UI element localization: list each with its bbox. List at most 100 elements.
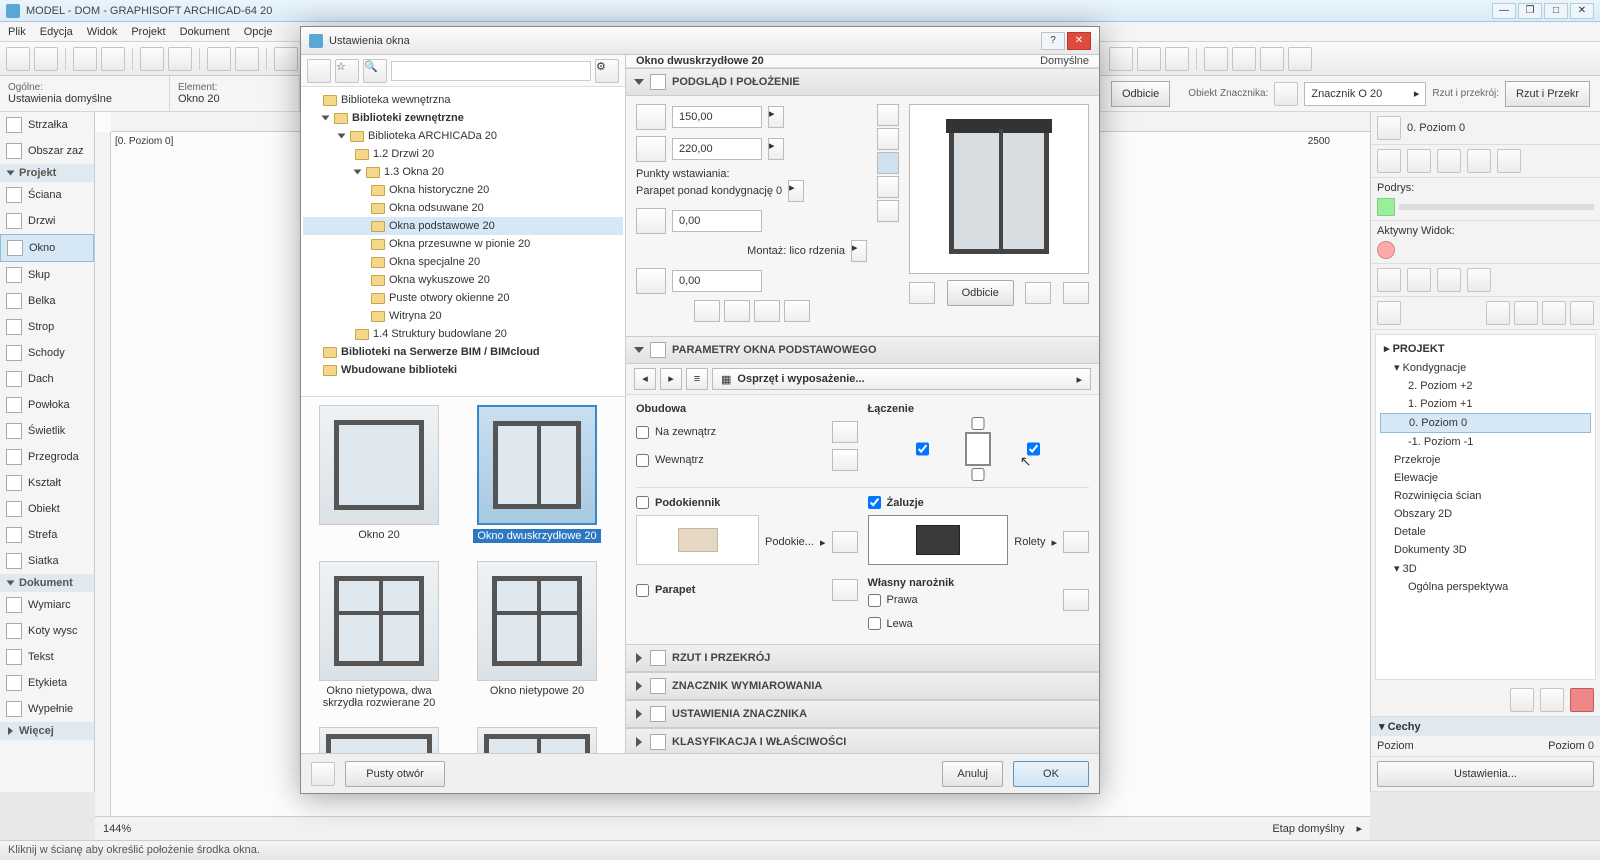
lib-c7[interactable]: Witryna 20: [303, 307, 623, 325]
lib-node-okna[interactable]: 1.3 Okna 20: [303, 163, 623, 181]
tool-obiekt[interactable]: Obiekt: [0, 496, 94, 522]
tb-cursor-icon[interactable]: [274, 47, 298, 71]
tb-select-icon[interactable]: [140, 47, 164, 71]
nav-t1-icon[interactable]: [1377, 268, 1401, 292]
tool-sciana[interactable]: Ściana: [0, 182, 94, 208]
ts-snap4-icon[interactable]: [1288, 47, 1312, 71]
naroznik-opt-icon[interactable]: [1063, 589, 1089, 611]
tool-wypelnie[interactable]: Wypełnie: [0, 696, 94, 722]
lib-node-bim[interactable]: Biblioteki na Serwerze BIM / BIMcloud: [303, 343, 623, 361]
window-maximize-button[interactable]: □: [1544, 3, 1568, 19]
tree-rozw[interactable]: Rozwinięcia ścian: [1380, 487, 1591, 505]
tree-pm1[interactable]: -1. Poziom -1: [1380, 433, 1591, 451]
lib-c4[interactable]: Okna specjalne 20: [303, 253, 623, 271]
widok-rec-icon[interactable]: [1377, 241, 1395, 259]
anchor3-icon[interactable]: [754, 300, 780, 322]
width-link-icon[interactable]: ▸: [768, 106, 784, 128]
rolety-dd[interactable]: Rolety: [1014, 536, 1045, 548]
ts-arc-icon[interactable]: [1137, 47, 1161, 71]
menu-projekt[interactable]: Projekt: [131, 26, 165, 38]
nazew-opt-icon[interactable]: [832, 421, 858, 443]
footer-fav-icon[interactable]: [311, 762, 335, 786]
tree-przekroje[interactable]: Przekroje: [1380, 451, 1591, 469]
thumb-extra1[interactable]: [309, 727, 449, 753]
tool-marquee[interactable]: Obszar zaz: [0, 138, 94, 164]
nav-l2-icon[interactable]: [1514, 301, 1538, 325]
preview-3d[interactable]: [909, 104, 1089, 274]
podokie-dd[interactable]: Podokie...: [765, 536, 814, 548]
section-klas[interactable]: KLASYFIKACJA I WŁAŚCIWOŚCI: [626, 728, 1099, 753]
tool-belka[interactable]: Belka: [0, 288, 94, 314]
lib-c6[interactable]: Puste otwory okienne 20: [303, 289, 623, 307]
width-icon[interactable]: [636, 104, 666, 130]
nav-ico5-icon[interactable]: [1497, 149, 1521, 173]
pv-tool5-icon[interactable]: [877, 200, 899, 222]
anchor1-icon[interactable]: [694, 300, 720, 322]
navigator-tree[interactable]: ▸ PROJEKT ▾ Kondygnacje 2. Poziom +2 1. …: [1375, 334, 1596, 680]
height-icon[interactable]: [636, 136, 666, 162]
tool-tekst[interactable]: Tekst: [0, 644, 94, 670]
marker-dropdown[interactable]: Znacznik O 20▸: [1304, 82, 1426, 106]
nav-tabs-icon[interactable]: [1377, 301, 1401, 325]
nav-b1-icon[interactable]: [1510, 688, 1534, 712]
ts-snap3-icon[interactable]: [1260, 47, 1284, 71]
nav-view-icon[interactable]: [1377, 116, 1401, 140]
lib-node-builtin[interactable]: Wbudowane biblioteki: [303, 361, 623, 379]
cancel-button[interactable]: Anuluj: [942, 761, 1003, 787]
odbicie-button[interactable]: Odbicie: [1111, 81, 1170, 107]
empty-opening-button[interactable]: Pusty otwór: [345, 761, 445, 787]
pv-tool3-icon[interactable]: [877, 152, 899, 174]
lib-node-struct[interactable]: 1.4 Struktury budowlane 20: [303, 325, 623, 343]
chk-top[interactable]: [972, 417, 985, 430]
pv-tool2-icon[interactable]: [877, 128, 899, 150]
tool-siatka[interactable]: Siatka: [0, 548, 94, 574]
parapet-opt-icon[interactable]: [832, 579, 858, 601]
lib-node-external[interactable]: Biblioteki zewnętrzne: [303, 109, 623, 127]
lib-c0[interactable]: Okna historyczne 20: [303, 181, 623, 199]
width-input[interactable]: 150,00: [672, 106, 762, 128]
height-link-icon[interactable]: ▸: [768, 138, 784, 160]
wewn-opt-icon[interactable]: [832, 449, 858, 471]
rzut-button[interactable]: Rzut i Przekr: [1505, 81, 1590, 107]
ts-snap2-icon[interactable]: [1232, 47, 1256, 71]
group-projekt[interactable]: Projekt: [0, 164, 94, 182]
tree-2d[interactable]: Obszary 2D: [1380, 505, 1591, 523]
tool-strefa[interactable]: Strefa: [0, 522, 94, 548]
lib-home-icon[interactable]: [307, 59, 331, 83]
section-podglad[interactable]: PODGLĄD I POŁOŻENIE: [626, 68, 1099, 96]
chk-bottom[interactable]: [972, 468, 985, 481]
mirror-icon[interactable]: [909, 282, 935, 304]
tb-redo-icon[interactable]: [101, 47, 125, 71]
tool-slup[interactable]: Słup: [0, 262, 94, 288]
chk-podokiennik[interactable]: [636, 496, 649, 509]
nav-t2-icon[interactable]: [1407, 268, 1431, 292]
section-parametry[interactable]: PARAMETRY OKNA PODSTAWOWEGO: [626, 336, 1099, 364]
menu-dokument[interactable]: Dokument: [180, 26, 230, 38]
open-out-icon[interactable]: [1063, 282, 1089, 304]
library-preview[interactable]: Okno 20 Okno dwuskrzydłowe 20 Okno niety…: [301, 397, 625, 753]
podrys-color-icon[interactable]: [1377, 198, 1395, 216]
tb-ungroup-icon[interactable]: [235, 47, 259, 71]
chk-prawa[interactable]: [868, 594, 881, 607]
thumb-extra2[interactable]: [467, 727, 607, 753]
tb-undo-icon[interactable]: [73, 47, 97, 71]
zaluzje-opt-icon[interactable]: [1063, 531, 1089, 553]
tree-p1[interactable]: 1. Poziom +1: [1380, 395, 1591, 413]
thumb-okno-dwu[interactable]: Okno dwuskrzydłowe 20: [467, 405, 607, 543]
chk-nazew[interactable]: [636, 426, 649, 439]
etap-value[interactable]: Etap domyślny: [1272, 823, 1344, 835]
tool-drzwi[interactable]: Drzwi: [0, 208, 94, 234]
ts-spline-icon[interactable]: [1165, 47, 1189, 71]
tree-kond[interactable]: ▾ Kondygnacje: [1380, 358, 1591, 377]
lib-node-ac20[interactable]: Biblioteka ARCHICADa 20: [303, 127, 623, 145]
nav-l4-icon[interactable]: [1570, 301, 1594, 325]
anchor4-icon[interactable]: [784, 300, 810, 322]
thumb-okno-niet2[interactable]: Okno nietypowe 20: [467, 561, 607, 709]
subtab-prev[interactable]: ◂: [634, 368, 656, 390]
subtab-next[interactable]: ▸: [660, 368, 682, 390]
nav-l3-icon[interactable]: [1542, 301, 1566, 325]
chk-wewn[interactable]: [636, 454, 649, 467]
dialog-title-bar[interactable]: Ustawienia okna ? ✕: [301, 27, 1099, 55]
nav-l1-icon[interactable]: [1486, 301, 1510, 325]
lib-node-internal[interactable]: Biblioteka wewnętrzna: [303, 91, 623, 109]
